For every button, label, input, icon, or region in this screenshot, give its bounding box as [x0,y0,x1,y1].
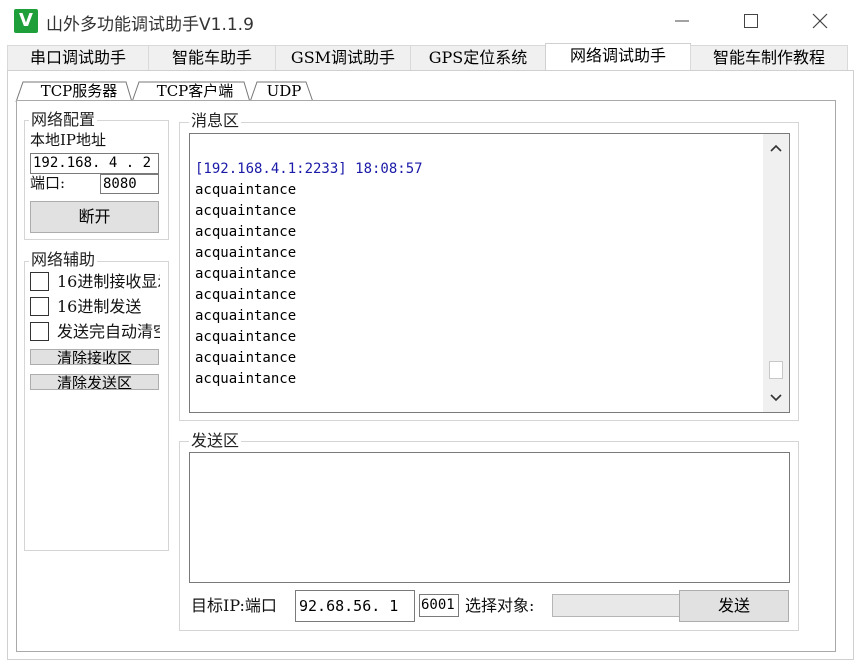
maximize-icon [744,14,758,28]
hex-receive-label: 16进制接收显示 [57,272,160,291]
close-button[interactable] [797,0,843,42]
target-ip-label: 目标IP:端口 [191,596,277,615]
network-assist-title: 网络辅助 [29,250,98,269]
chevron-down-icon [770,394,782,402]
local-ip-label: 本地IP地址 [30,131,107,149]
scroll-thumb[interactable] [769,361,783,379]
send-button[interactable]: 发送 [679,590,789,622]
maximize-button[interactable] [728,0,774,42]
network-config-title: 网络配置 [29,110,98,129]
minimize-icon [675,20,689,22]
message-line: acquaintance [195,224,297,240]
message-line: acquaintance [195,182,297,198]
send-area-title: 发送区 [189,431,242,450]
message-header-line: [192.168.4.1:2233] 18:08:57 [195,161,423,177]
scroll-down-button[interactable] [763,385,789,411]
message-line: acquaintance [195,350,297,366]
tab-serial-debug[interactable]: 串口调试助手 [7,45,149,70]
hex-send-label: 16进制发送 [57,297,142,316]
message-line: acquaintance [195,287,297,303]
send-textarea[interactable] [189,452,790,583]
minimize-button[interactable] [659,0,705,42]
tab-network-debug[interactable]: 网络调试助手 [545,43,691,71]
tab-smartcar-assistant[interactable]: 智能车助手 [148,45,276,70]
message-line: acquaintance [195,329,297,345]
message-line: acquaintance [195,308,297,324]
select-target-label: 选择对象: [465,596,535,615]
target-ip-field[interactable]: 92.68.56. 1 [295,590,415,622]
local-port-field[interactable]: 8080 [100,174,159,194]
message-line: acquaintance [195,245,297,261]
auto-clear-label: 发送完自动清空 [57,322,160,341]
close-icon [812,13,828,29]
message-line: acquaintance [195,203,297,219]
auto-clear-checkbox[interactable] [30,322,49,341]
select-target-dropdown[interactable] [552,594,682,617]
tab-smartcar-tutorial[interactable]: 智能车制作教程 [690,45,848,70]
disconnect-button[interactable]: 断开 [30,201,159,233]
chevron-up-icon [770,144,782,152]
message-line: acquaintance [195,371,297,387]
tab-gps-system[interactable]: GPS定位系统 [410,45,546,70]
message-scrollbar[interactable] [763,134,789,412]
port-label: 端口: [30,174,66,192]
app-window: V 山外多功能调试助手V1.1.9 串口调试助手 智能车助手 GSM调试助手 G… [0,0,859,668]
message-log[interactable]: [192.168.4.1:2233] 18:08:57 acquaintance… [189,133,790,413]
window-title: 山外多功能调试助手V1.1.9 [46,15,254,35]
hex-receive-checkbox[interactable] [30,272,49,291]
local-ip-field[interactable]: 192.168. 4 . 2 [30,153,159,174]
tab-gsm-debug[interactable]: GSM调试助手 [275,45,411,70]
scroll-up-button[interactable] [763,135,789,161]
target-port-field[interactable]: 6001 [419,594,459,617]
clear-receive-button[interactable]: 清除接收区 [30,349,159,365]
message-area-title: 消息区 [189,111,242,130]
title-bar[interactable]: V 山外多功能调试助手V1.1.9 [0,0,859,42]
app-logo-icon: V [14,9,38,33]
hex-send-checkbox[interactable] [30,297,49,316]
message-line: acquaintance [195,266,297,282]
clear-send-button[interactable]: 清除发送区 [30,374,159,390]
